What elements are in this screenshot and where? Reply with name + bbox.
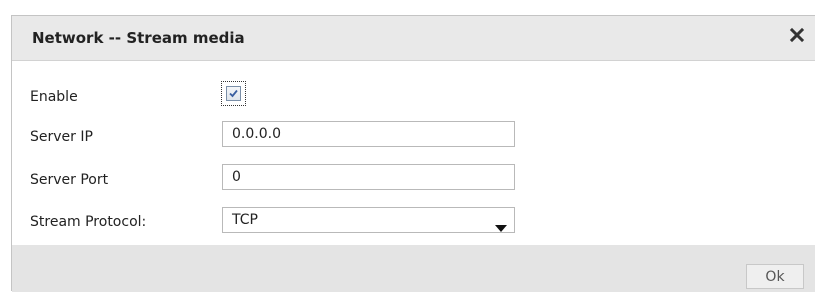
dialog-titlebar: Network -- Stream media [12,16,815,61]
checkbox-box [226,86,241,101]
stream-protocol-value: TCP [232,212,258,228]
server-ip-input[interactable] [222,121,515,147]
server-port-input[interactable] [222,164,515,190]
checkmark-icon [229,89,238,98]
enable-checkbox[interactable] [221,81,246,106]
stream-protocol-select[interactable]: TCP [222,207,515,233]
stream-media-dialog: Network -- Stream media Enable Server IP… [11,15,815,292]
close-icon[interactable] [789,27,805,43]
stream-protocol-label: Stream Protocol: [30,214,147,230]
dialog-footer: Ok [12,245,815,292]
server-port-label: Server Port [30,172,109,188]
ok-button[interactable]: Ok [746,264,804,289]
chevron-down-icon [495,217,507,232]
dialog-title: Network -- Stream media [32,29,245,47]
server-ip-label: Server IP [30,129,93,145]
enable-label: Enable [30,89,78,105]
